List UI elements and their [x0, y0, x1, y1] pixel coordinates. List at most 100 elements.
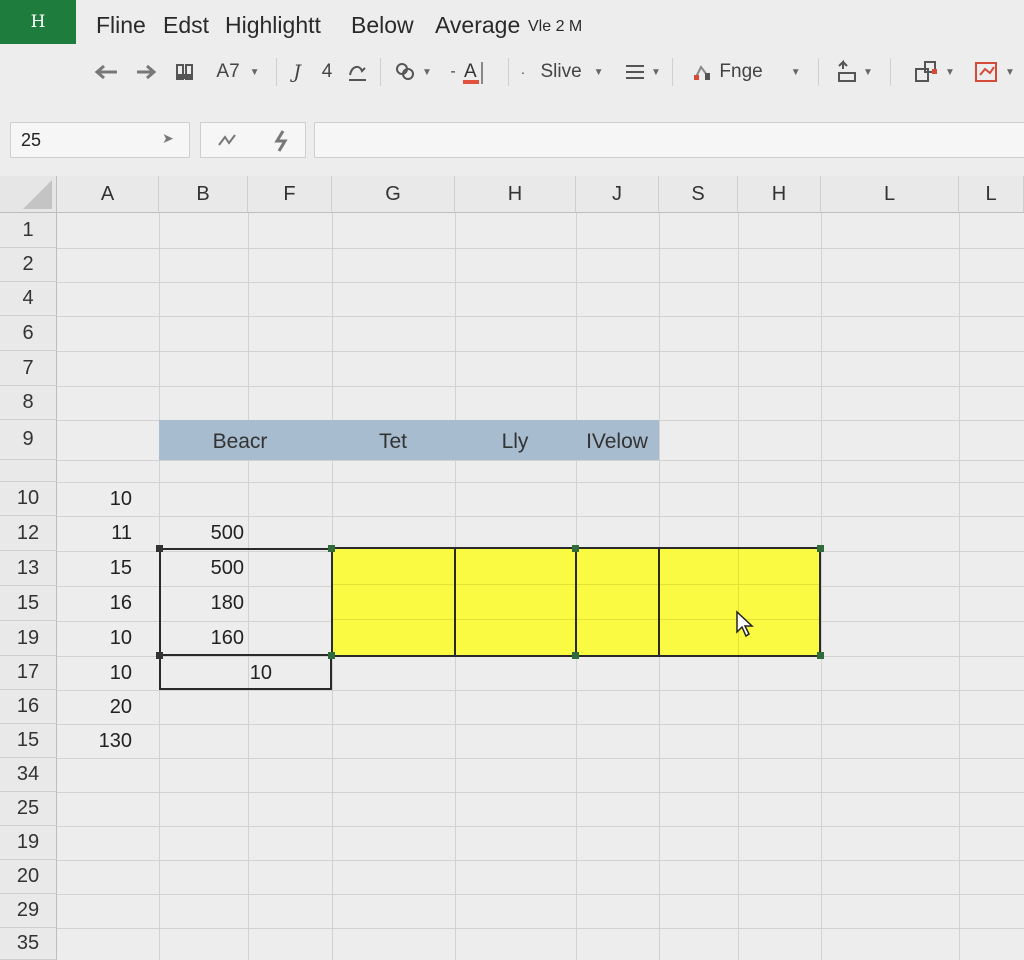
cell-b-row-17[interactable]: 10 — [160, 656, 272, 690]
column-header[interactable]: H — [455, 176, 576, 213]
spreadsheet-grid[interactable]: ABFGHJSHLL 1 2 4 6 7 8 9 10 12 13 15 19 17 16 15 34 25 19… — [0, 176, 1024, 960]
layout-icon[interactable]: ▼ — [968, 56, 1020, 88]
row-header[interactable]: 2 — [0, 248, 57, 282]
toolbar-item-4[interactable]: 4 — [316, 56, 338, 88]
band-header-b[interactable]: Beacr — [160, 422, 320, 462]
selection-handle[interactable] — [817, 545, 824, 552]
row-header[interactable]: 20 — [0, 860, 57, 894]
chevron-down-icon: ▼ — [249, 66, 260, 78]
row-header[interactable]: 15 — [0, 586, 57, 621]
row-header[interactable]: 19 — [0, 826, 57, 860]
row-header[interactable]: 7 — [0, 351, 57, 386]
chevron-down-icon: ▼ — [945, 66, 955, 78]
menu-extra[interactable]: Vle 2 M — [528, 18, 582, 36]
slide-dropdown[interactable]: Slive ▼ — [536, 56, 608, 88]
format-painter-icon[interactable] — [172, 56, 198, 88]
row-header[interactable]: 17 — [0, 656, 57, 690]
column-header[interactable]: H — [738, 176, 821, 213]
menu-below[interactable]: Below — [351, 12, 414, 39]
row-header[interactable]: 1 — [0, 213, 57, 248]
row-header[interactable] — [0, 460, 57, 482]
cell-b-row-19[interactable]: 160 — [160, 621, 244, 655]
menu-edit[interactable]: Edst — [163, 12, 209, 39]
selection-handle[interactable] — [572, 652, 579, 659]
cell-a-row-17[interactable]: 10 — [60, 656, 132, 690]
row-header[interactable]: 19 — [0, 621, 57, 656]
selection-handle[interactable] — [817, 652, 824, 659]
underline-icon[interactable] — [344, 56, 370, 88]
chevron-down-icon: ▼ — [1005, 66, 1015, 78]
app-logo[interactable]: H — [0, 0, 76, 44]
cell-a-row-10[interactable]: 10 — [60, 482, 132, 516]
row-header[interactable]: 13 — [0, 551, 57, 586]
slide-label: Slive — [540, 61, 582, 82]
chevron-down-icon: ▼ — [863, 66, 873, 78]
band-header-h[interactable]: Lly — [455, 422, 575, 462]
column-header[interactable]: J — [576, 176, 659, 213]
row-header[interactable]: 12 — [0, 516, 57, 551]
row-header[interactable]: 8 — [0, 386, 57, 420]
row-header[interactable]: 15 — [0, 724, 57, 758]
band-header-g[interactable]: Tet — [332, 422, 454, 462]
formula-tools[interactable] — [200, 122, 306, 158]
selection-handle[interactable] — [328, 652, 335, 659]
row-header[interactable]: 29 — [0, 894, 57, 928]
grid-line — [57, 351, 1024, 352]
row-header[interactable]: 16 — [0, 690, 57, 724]
row-header[interactable]: 10 — [0, 482, 57, 516]
chevron-right-icon[interactable]: ➤ — [162, 130, 174, 147]
row-header[interactable]: 6 — [0, 316, 57, 351]
cell-a-row-15[interactable]: 16 — [60, 586, 132, 620]
range-label: Fnge — [719, 61, 763, 82]
cell-b-row-12[interactable]: 500 — [160, 516, 244, 550]
sort-icon[interactable]: ▼ — [830, 56, 878, 88]
cell-b-row-13[interactable]: 500 — [160, 551, 244, 585]
svg-text:A: A — [464, 61, 477, 82]
cell-a-row-19[interactable]: 10 — [60, 621, 132, 655]
dash-icon: - — [450, 63, 456, 80]
row-header[interactable]: 9 — [0, 420, 57, 460]
grid-line — [57, 894, 1024, 895]
range-dropdown[interactable]: Fnge ▼ — [684, 56, 808, 88]
grid-line — [57, 928, 1024, 929]
menu-file[interactable]: Fline — [96, 12, 146, 39]
redo-icon[interactable] — [132, 56, 160, 88]
toolbar-divider — [508, 58, 509, 86]
select-all-corner[interactable] — [0, 176, 57, 213]
grid-line — [57, 482, 1024, 483]
text-effects-icon[interactable]: ▼ — [388, 56, 438, 88]
undo-icon[interactable] — [92, 56, 122, 88]
dot-icon: · — [520, 64, 526, 80]
cell-a-row-15b[interactable]: 130 — [60, 724, 132, 758]
formula-input[interactable] — [314, 122, 1024, 158]
column-header[interactable]: G — [332, 176, 455, 213]
selection-handle[interactable] — [328, 545, 335, 552]
row-header[interactable]: 25 — [0, 792, 57, 826]
cell-a-row-12[interactable]: 11 — [60, 516, 132, 550]
toolbar-divider — [672, 58, 673, 86]
column-header[interactable]: A — [57, 176, 159, 213]
chevron-down-icon: ▼ — [651, 66, 661, 78]
row-header[interactable]: 35 — [0, 928, 57, 960]
menu-highlight[interactable]: Highlightt — [225, 12, 321, 39]
grid-line — [57, 826, 1024, 827]
column-header[interactable]: F — [248, 176, 332, 213]
band-header-j[interactable]: IVelow — [576, 422, 658, 462]
selection-handle[interactable] — [572, 545, 579, 552]
column-header[interactable]: L — [821, 176, 959, 213]
font-size-dropdown[interactable]: A7 ▼ — [208, 56, 268, 88]
cell-b-row-15[interactable]: 180 — [160, 586, 244, 620]
column-header[interactable]: L — [959, 176, 1024, 213]
cell-a-row-13[interactable]: 15 — [60, 551, 132, 585]
grid-line — [57, 724, 1024, 725]
row-header[interactable]: 4 — [0, 282, 57, 316]
row-header[interactable]: 34 — [0, 758, 57, 792]
column-header[interactable]: S — [659, 176, 738, 213]
menu-average[interactable]: Average — [435, 12, 520, 39]
cell-a-row-16[interactable]: 20 — [60, 690, 132, 724]
font-color-icon[interactable]: A — [460, 56, 490, 88]
shapes-icon[interactable]: ▼ — [906, 56, 962, 88]
column-header[interactable]: B — [159, 176, 248, 213]
italic-icon[interactable]: J — [286, 56, 308, 88]
align-icon[interactable]: ▼ — [620, 56, 666, 88]
